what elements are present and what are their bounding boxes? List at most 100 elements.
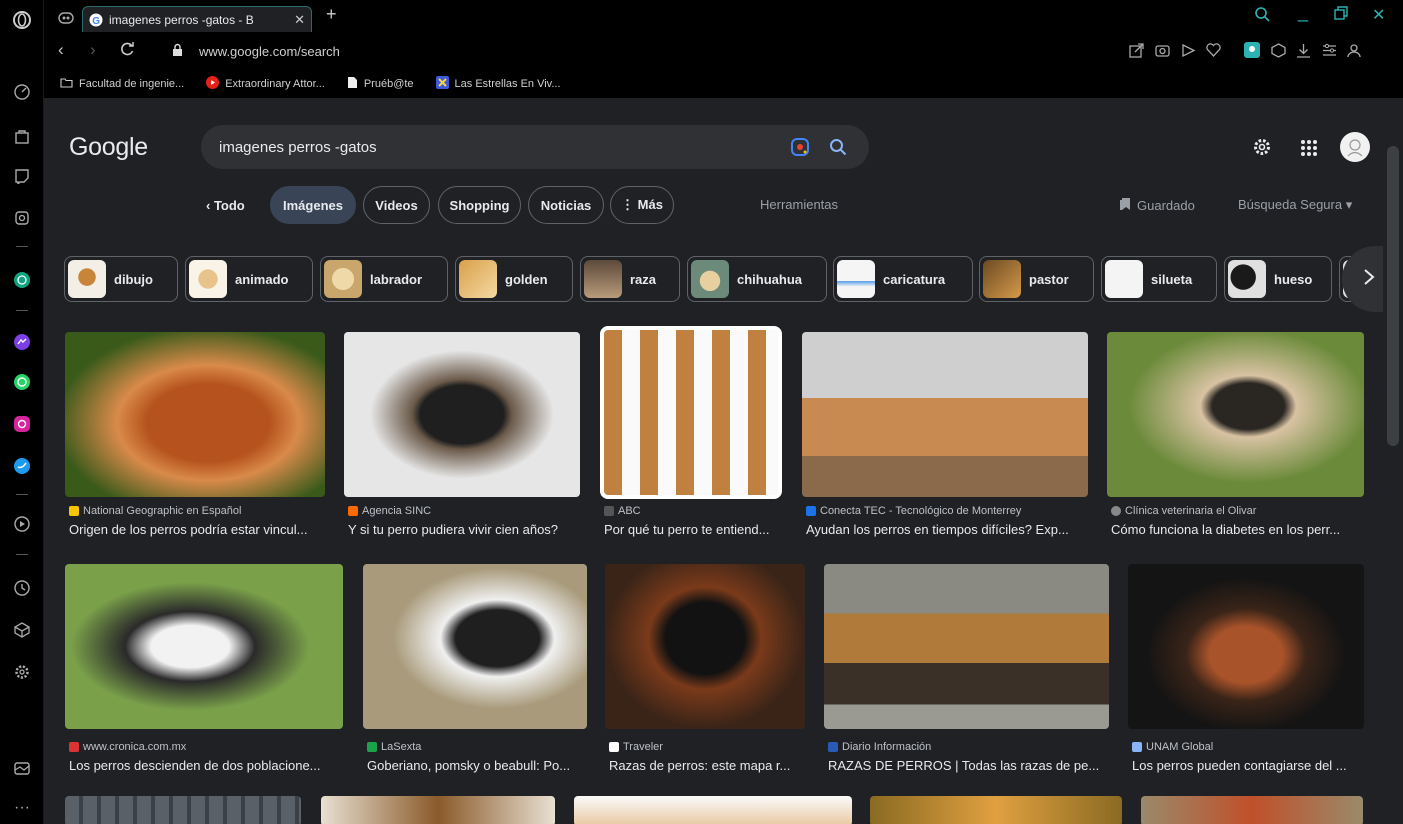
search-input[interactable]: imagenes perros -gatos (201, 125, 869, 169)
image-result[interactable]: LaSexta Goberiano, pomsky o beabull: Po.… (363, 564, 591, 774)
player-icon[interactable] (10, 512, 34, 536)
tab-more[interactable]: ⋮ Más (610, 186, 674, 224)
image-result[interactable]: ABC Por qué tu perro te entiend... (600, 326, 790, 537)
share-icon[interactable] (1129, 43, 1144, 63)
scrollbar-thumb[interactable] (1387, 146, 1399, 446)
extensions-icon[interactable] (1271, 43, 1286, 63)
image-result[interactable]: Agencia SINC Y si tu perro pudiera vivir… (344, 332, 584, 537)
image-result[interactable]: Diario Información RAZAS DE PERROS | Tod… (824, 564, 1114, 774)
chip-silueta[interactable]: silueta (1101, 256, 1217, 302)
tab-islands-icon[interactable] (10, 756, 34, 780)
bookmark-item[interactable]: Extraordinary Attor... (206, 76, 325, 92)
shopping-icon[interactable] (10, 124, 34, 148)
minimize-button[interactable]: _ (1298, 2, 1308, 23)
tools-button[interactable]: Herramientas (760, 197, 838, 212)
result-title[interactable]: Ayudan los perros en tiempos difíciles? … (806, 522, 1092, 537)
lock-icon[interactable] (172, 43, 183, 61)
more-icon[interactable]: ··· (10, 796, 34, 820)
heart-icon[interactable] (1206, 43, 1221, 62)
whatsapp-icon[interactable] (10, 370, 34, 394)
tab-shopping[interactable]: Shopping (438, 186, 521, 224)
chip-labrador[interactable]: labrador (320, 256, 448, 302)
tab-images[interactable]: Imágenes (270, 186, 356, 224)
google-logo[interactable]: Google (69, 133, 148, 162)
chip-animado[interactable]: animado (185, 256, 313, 302)
account-avatar[interactable] (1340, 132, 1370, 167)
result-image[interactable] (363, 564, 587, 729)
result-image[interactable] (1128, 564, 1364, 729)
lens-icon[interactable] (791, 138, 809, 160)
chip-chihuahua[interactable]: chihuahua (687, 256, 827, 302)
tab-search-icon[interactable] (1254, 6, 1270, 27)
result-image[interactable] (321, 796, 555, 824)
result-title[interactable]: Y si tu perro pudiera vivir cien años? (348, 522, 588, 537)
chip-caricatura[interactable]: caricatura (833, 256, 973, 302)
twitch-icon[interactable] (10, 164, 34, 188)
result-title[interactable]: Los perros descienden de dos poblacione.… (69, 758, 347, 773)
saved-button[interactable]: Guardado (1119, 197, 1195, 214)
result-image[interactable] (1107, 332, 1364, 497)
url-field[interactable]: www.google.com/search (199, 44, 340, 59)
browser-tab-active[interactable]: G imagenes perros -gatos - B ✕ (82, 6, 312, 32)
result-image[interactable] (605, 564, 805, 729)
opera-logo-icon[interactable] (10, 8, 34, 32)
result-title[interactable]: Cómo funciona la diabetes en los perr... (1111, 522, 1368, 537)
image-result[interactable]: Traveler Razas de perros: este mapa r... (605, 564, 811, 774)
image-result[interactable]: National Geographic en Español Origen de… (65, 332, 327, 537)
extension-badge-icon[interactable] (1244, 42, 1260, 63)
result-title[interactable]: Origen de los perros podría estar vincul… (69, 522, 329, 537)
result-image[interactable] (344, 332, 580, 497)
close-window-button[interactable]: ✕ (1372, 5, 1385, 25)
chip-dibujo[interactable]: dibujo (64, 256, 178, 302)
apps-grid-icon[interactable] (1300, 139, 1318, 162)
instagram-icon[interactable] (10, 412, 34, 436)
result-image[interactable] (65, 332, 325, 497)
result-image[interactable] (870, 796, 1122, 824)
reload-icon[interactable] (120, 42, 134, 61)
chip-golden[interactable]: golden (455, 256, 573, 302)
workspaces-icon[interactable] (54, 6, 78, 30)
result-title[interactable]: Goberiano, pomsky o beabull: Po... (367, 758, 591, 773)
bookmark-item[interactable]: Pruéb@te (347, 76, 414, 92)
result-title[interactable]: Los perros pueden contagiarse del ... (1132, 758, 1368, 773)
download-icon[interactable] (1296, 43, 1311, 63)
extensions-cube-icon[interactable] (10, 618, 34, 642)
result-image[interactable] (600, 326, 782, 499)
send-icon[interactable] (1181, 43, 1196, 63)
speed-dial-icon[interactable] (10, 80, 34, 104)
back-icon[interactable]: ‹ (58, 40, 64, 60)
easy-setup-icon[interactable] (1322, 43, 1337, 63)
forward-icon[interactable]: › (90, 40, 96, 60)
image-result[interactable]: Conecta TEC - Tecnológico de Monterrey A… (802, 332, 1092, 537)
image-result[interactable]: www.cronica.com.mx Los perros descienden… (65, 564, 347, 774)
bookmark-folder[interactable]: Facultad de ingenie... (60, 77, 184, 91)
tab-videos[interactable]: Videos (363, 186, 430, 224)
settings-gear-icon[interactable] (10, 660, 34, 684)
image-result[interactable]: Clínica veterinaria el Olivar Cómo funci… (1107, 332, 1367, 537)
twitter-icon[interactable] (10, 454, 34, 478)
result-image[interactable] (824, 564, 1109, 729)
profile-icon[interactable] (1347, 43, 1361, 63)
settings-gear-icon[interactable] (1252, 137, 1272, 162)
page-scrollbar[interactable] (1383, 98, 1403, 824)
messenger-icon[interactable] (10, 330, 34, 354)
snapshot-icon[interactable] (1155, 43, 1170, 63)
chip-pastor[interactable]: pastor (979, 256, 1094, 302)
chip-raza[interactable]: raza (580, 256, 680, 302)
result-image[interactable] (65, 564, 343, 729)
restore-button[interactable] (1334, 6, 1348, 25)
new-tab-button[interactable]: + (326, 4, 337, 25)
result-title[interactable]: RAZAS DE PERROS | Todas las razas de pe.… (828, 758, 1113, 773)
tab-close-icon[interactable]: ✕ (294, 12, 305, 28)
result-image[interactable] (574, 796, 852, 824)
chatgpt-icon[interactable] (10, 268, 34, 292)
history-icon[interactable] (10, 576, 34, 600)
ai-icon[interactable] (10, 206, 34, 230)
result-image[interactable] (65, 796, 301, 824)
search-icon[interactable] (829, 138, 847, 160)
result-image[interactable] (802, 332, 1088, 497)
bookmark-item[interactable]: Las Estrellas En Viv... (435, 76, 561, 92)
tab-news[interactable]: Noticias (528, 186, 604, 224)
result-title[interactable]: Razas de perros: este mapa r... (609, 758, 809, 773)
result-image[interactable] (1141, 796, 1363, 824)
